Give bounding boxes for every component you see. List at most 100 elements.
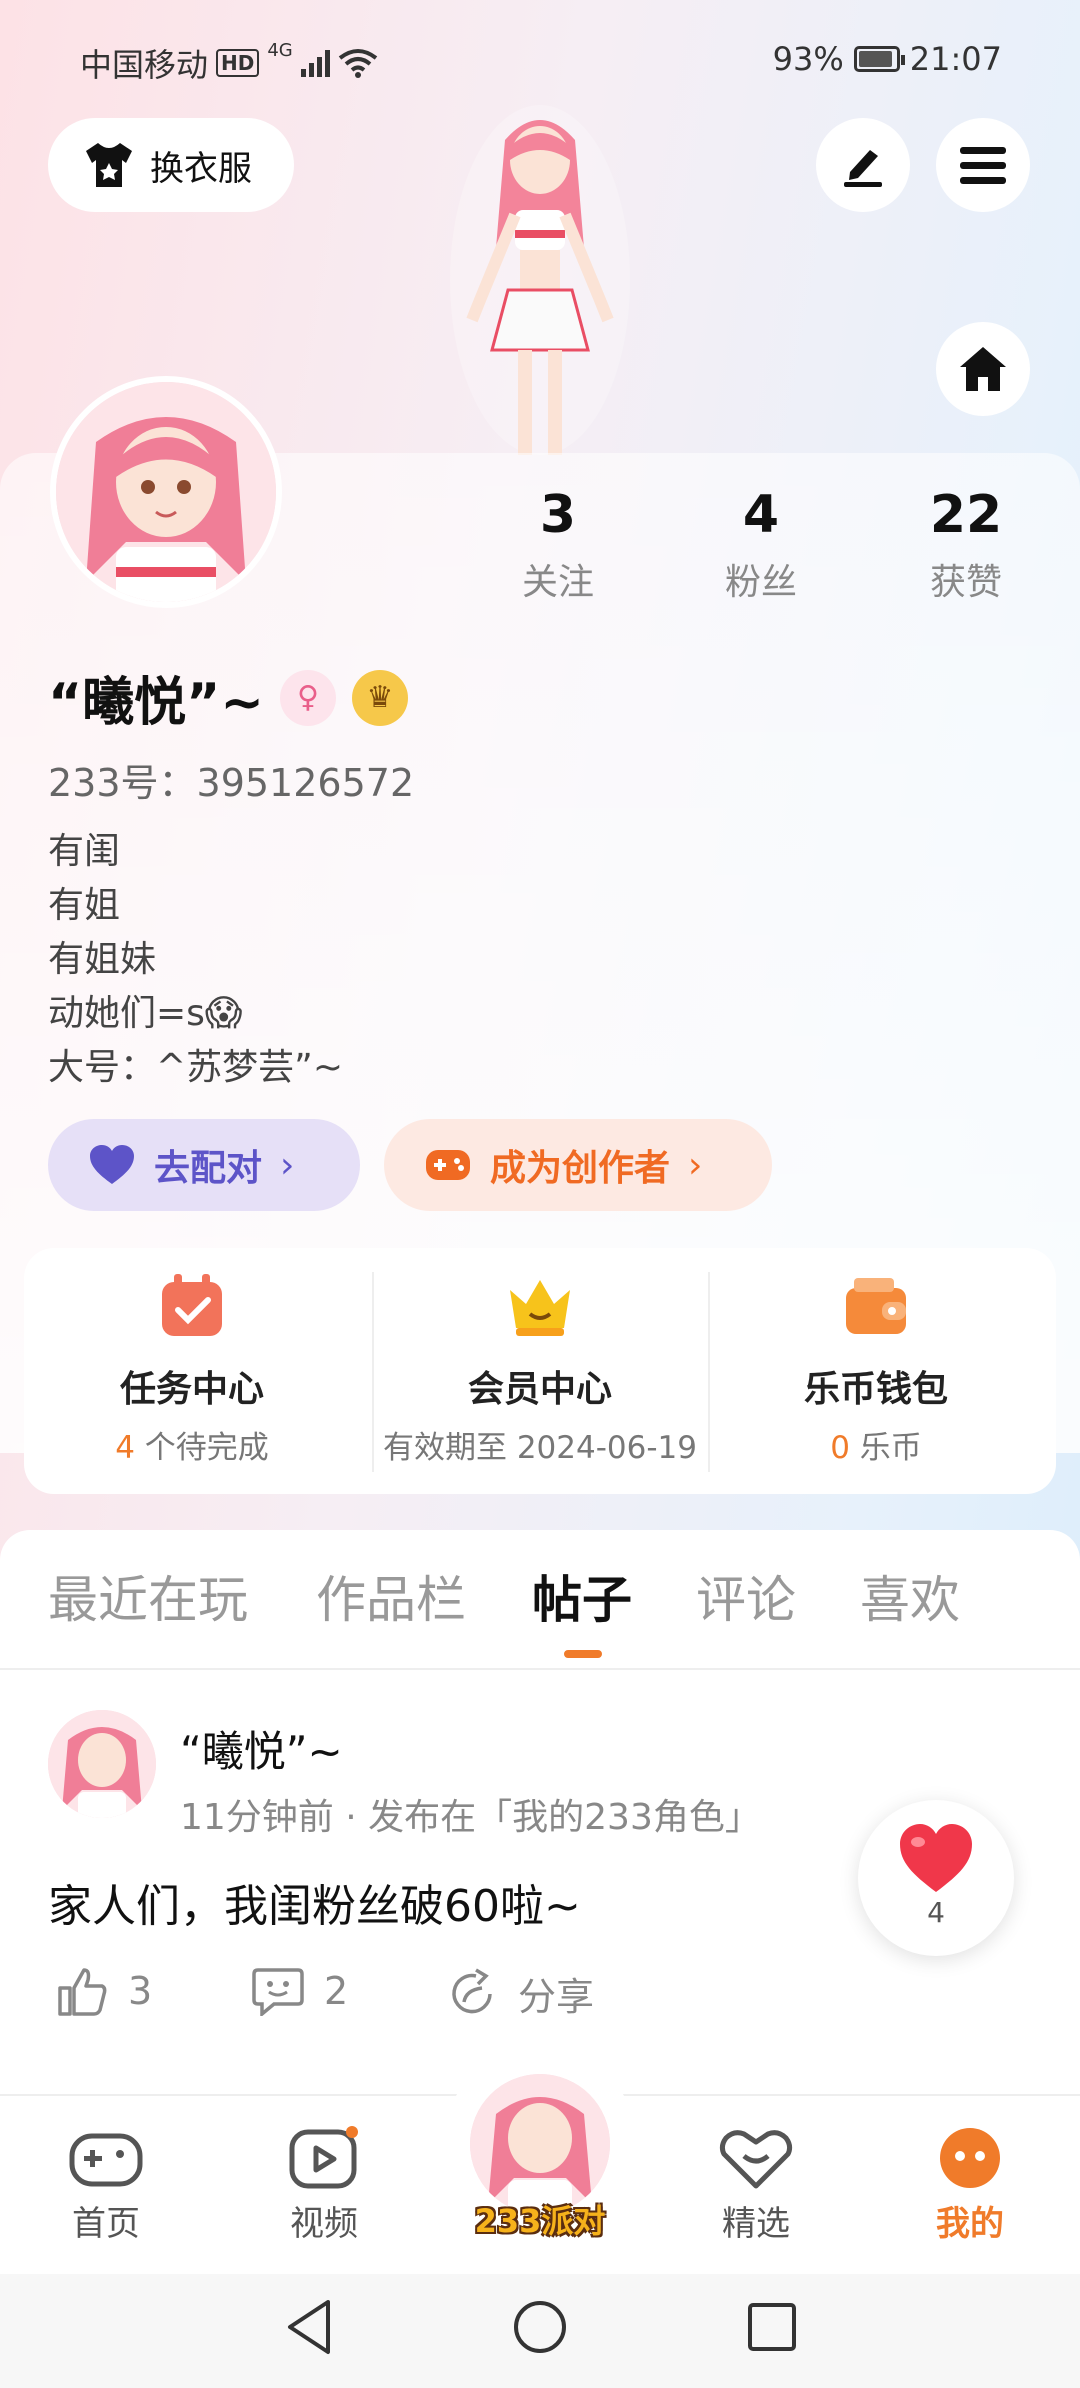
likes-stat[interactable]: 22 获赞 — [876, 485, 1056, 605]
post-like-button[interactable]: 3 — [56, 1966, 152, 2016]
home-button[interactable] — [936, 322, 1030, 416]
tab-recently-played[interactable]: 最近在玩 — [48, 1560, 248, 1632]
following-label: 关注 — [521, 562, 594, 603]
profile-avatar[interactable] — [50, 376, 282, 608]
system-nav-bar — [0, 2274, 1080, 2388]
user-id: 233号：395126572 — [48, 761, 415, 805]
chevron-right-icon: › — [280, 1144, 295, 1186]
profile-name: “曦悦”~ — [48, 673, 264, 733]
character-model[interactable] — [410, 100, 670, 455]
nav-video[interactable]: 视频 — [254, 2126, 394, 2245]
post-text[interactable]: 家人们，我闺粉丝破60啦~ — [48, 1870, 581, 1934]
coin-wallet[interactable]: 乐币钱包 0 乐币 — [708, 1248, 1044, 1494]
nav-mine[interactable]: 我的 — [900, 2126, 1040, 2245]
hd-icon: HD — [216, 49, 260, 77]
member-center-sub: 有效期至 2024-06-19 — [382, 1430, 697, 1466]
nav-party-avatar[interactable] — [470, 2074, 610, 2214]
comment-icon — [252, 1968, 304, 2016]
bio-line: 动她们=s😱 — [48, 993, 243, 1034]
signal-icon — [300, 49, 330, 77]
tab-likes[interactable]: 喜欢 — [860, 1560, 960, 1632]
heart-icon — [90, 1145, 134, 1184]
post-share-button[interactable]: 分享 — [446, 1966, 594, 2021]
heart-diamond-icon — [719, 2130, 793, 2189]
chevron-right-icon: › — [688, 1144, 703, 1186]
edit-button[interactable] — [816, 118, 910, 212]
wallet-icon — [846, 1278, 906, 1334]
change-outfit-label: 换衣服 — [150, 148, 252, 189]
nav-featured-label: 精选 — [722, 2204, 790, 2244]
post-author-name[interactable]: “曦悦”~ — [180, 1718, 343, 1779]
services-card: 任务中心 4 个待完成 会员中心 有效期至 2024-06-19 乐币钱包 0 … — [24, 1248, 1056, 1494]
nav-video-label: 视频 — [290, 2204, 358, 2244]
floating-like-count: 4 — [927, 1896, 945, 1929]
task-center-title: 任务中心 — [119, 1369, 264, 1410]
task-center-sub: 4 个待完成 — [115, 1430, 269, 1466]
followers-label: 粉丝 — [724, 562, 797, 603]
house-icon — [960, 347, 1006, 391]
pencil-icon — [844, 150, 882, 187]
match-label: 去配对 — [154, 1148, 263, 1189]
member-center-title: 会员中心 — [467, 1369, 612, 1410]
post-like-count: 3 — [128, 1969, 153, 2013]
followers-count: 4 — [742, 485, 780, 545]
menu-button[interactable] — [936, 118, 1030, 212]
menu-icon — [960, 147, 1006, 184]
back-icon[interactable] — [282, 2296, 338, 2358]
profile-bio: 有闺 有姐 有姐妹 动她们=s😱 大号：^苏梦芸”~ — [48, 825, 343, 1095]
match-button[interactable]: 去配对 › — [48, 1119, 360, 1211]
nav-party-label[interactable]: 233派对 — [470, 2196, 610, 2242]
gender-female-icon: ♀ — [279, 669, 336, 726]
crown-icon — [510, 1280, 570, 1336]
likes-count: 22 — [929, 485, 1003, 545]
floating-like-button[interactable]: 4 — [858, 1800, 1014, 1956]
status-bar: 中国移动 HD 4G 93% 21:07 — [0, 40, 1080, 90]
play-video-icon — [289, 2126, 358, 2189]
post-comment-button[interactable]: 2 — [252, 1966, 348, 2016]
become-creator-button[interactable]: 成为创作者 › — [384, 1119, 772, 1211]
bio-line: 大号：^苏梦芸”~ — [48, 1047, 343, 1088]
carrier-label: 中国移动 — [80, 46, 209, 84]
nav-home[interactable]: 首页 — [36, 2126, 176, 2245]
calendar-check-icon — [162, 1274, 222, 1336]
gamepad-icon — [69, 2133, 143, 2187]
shirt-icon — [86, 143, 132, 187]
bio-line: 有闺 — [48, 831, 121, 872]
smile-face-icon — [940, 2128, 1000, 2188]
post-comment-count: 2 — [324, 1969, 349, 2013]
recents-square-icon[interactable] — [744, 2296, 800, 2358]
task-center[interactable]: 任务中心 4 个待完成 — [24, 1248, 360, 1494]
post-author-avatar[interactable] — [48, 1710, 156, 1818]
gamepad-icon — [426, 1150, 470, 1180]
active-tab-indicator — [564, 1650, 602, 1658]
content-tabs: 最近在玩 作品栏 帖子 评论 喜欢 — [0, 1560, 1080, 1670]
bio-line: 有姐妹 — [48, 939, 157, 980]
tab-comments[interactable]: 评论 — [696, 1560, 796, 1632]
post-meta: 11分钟前 · 发布在「我的233角色」 — [180, 1797, 761, 1838]
nav-home-label: 首页 — [72, 2204, 140, 2244]
tab-posts[interactable]: 帖子 — [532, 1560, 632, 1632]
battery-percent: 93% — [772, 40, 844, 78]
home-circle-icon[interactable] — [511, 2296, 569, 2358]
coin-wallet-title: 乐币钱包 — [803, 1369, 948, 1410]
change-outfit-button[interactable]: 换衣服 — [48, 118, 294, 212]
tab-works[interactable]: 作品栏 — [316, 1560, 466, 1632]
likes-label: 获赞 — [929, 562, 1002, 603]
creator-label: 成为创作者 — [490, 1148, 671, 1189]
share-icon — [452, 1967, 492, 2013]
bio-line: 有姐 — [48, 885, 121, 926]
post-share-label: 分享 — [518, 1975, 595, 2019]
heart-icon — [900, 1824, 972, 1892]
thumbs-up-icon — [58, 1968, 107, 2016]
battery-icon — [853, 46, 905, 72]
followers-stat[interactable]: 4 粉丝 — [671, 485, 851, 605]
clock: 21:07 — [909, 40, 1002, 78]
coin-wallet-sub: 0 乐币 — [830, 1430, 922, 1466]
following-count: 3 — [539, 485, 577, 545]
following-stat[interactable]: 3 关注 — [468, 485, 648, 605]
crown-badge-icon[interactable]: ♛ — [351, 669, 408, 726]
member-center[interactable]: 会员中心 有效期至 2024-06-19 — [372, 1248, 708, 1494]
nav-featured[interactable]: 精选 — [686, 2126, 826, 2245]
nav-mine-label: 我的 — [936, 2204, 1004, 2244]
profile-name-row: “曦悦”~ ♀ ♛ — [48, 660, 408, 735]
